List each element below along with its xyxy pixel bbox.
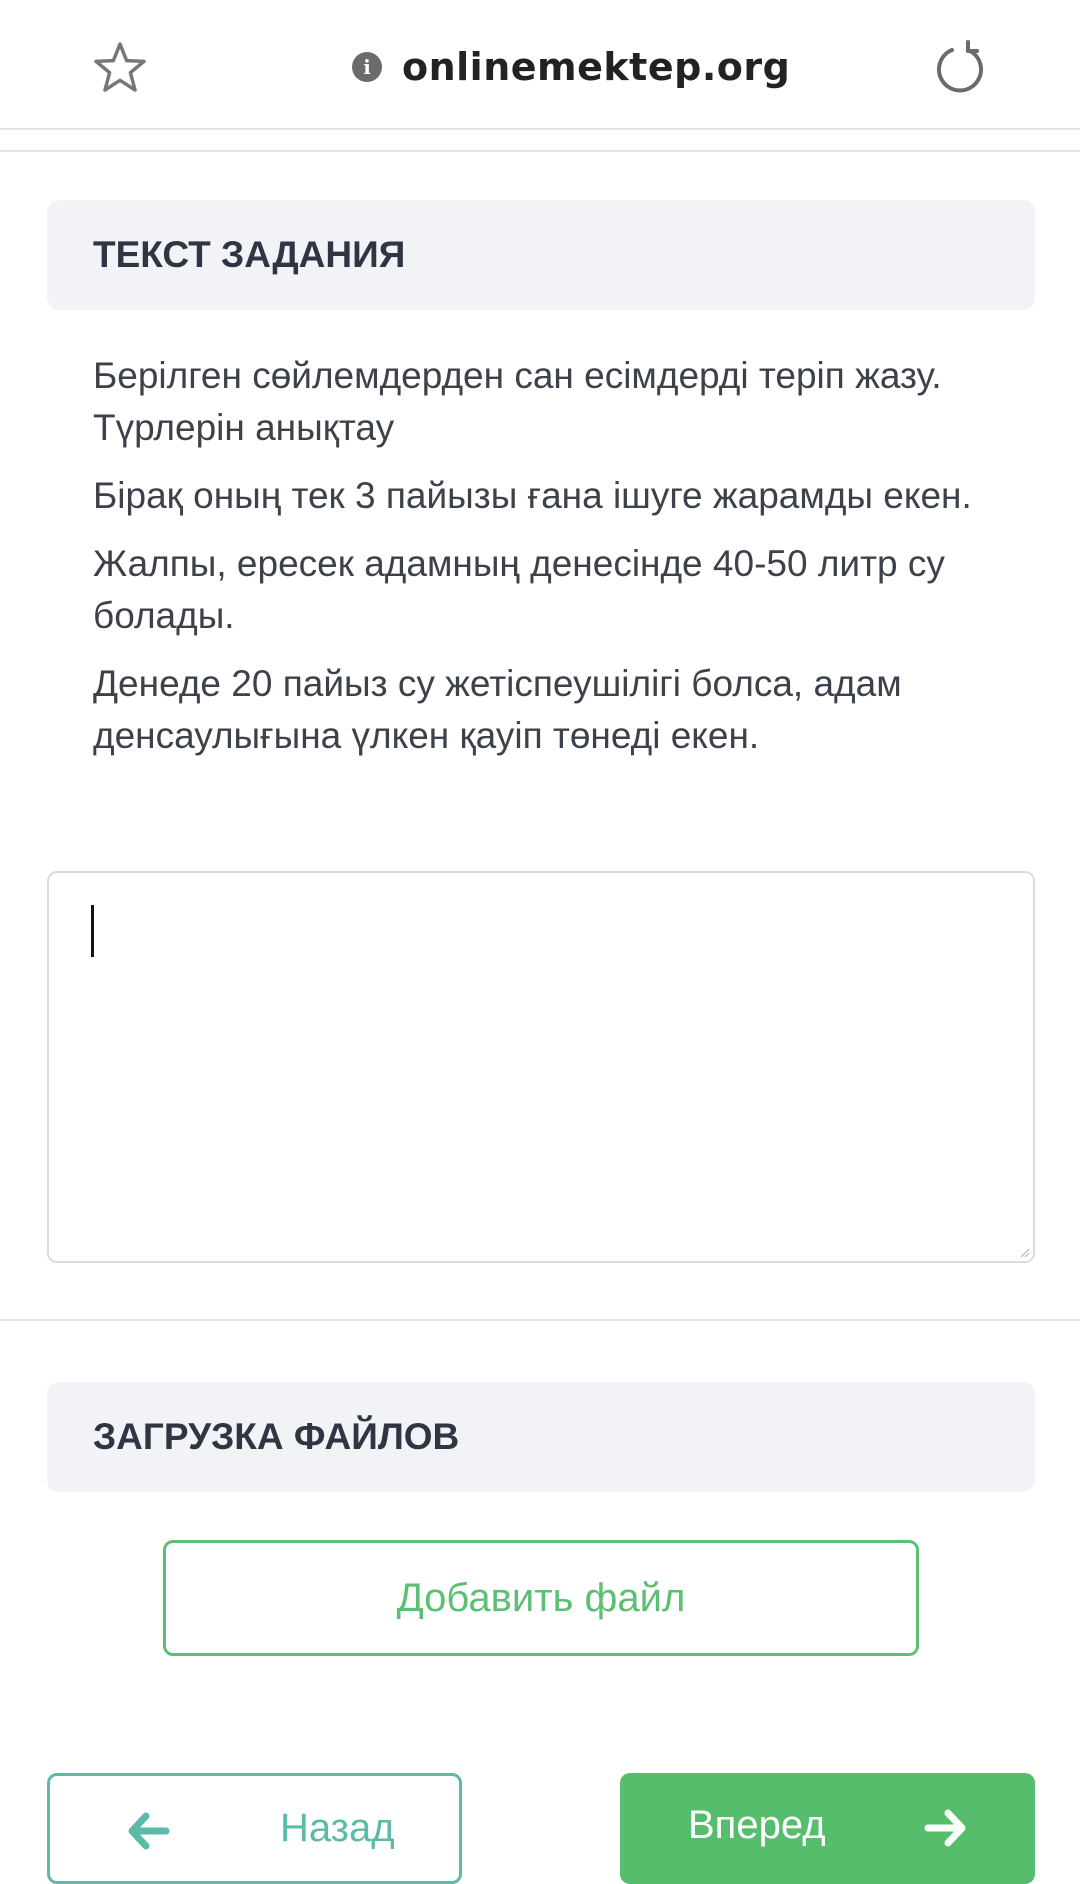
resize-grip-icon[interactable] <box>1020 1248 1030 1258</box>
forward-button[interactable]: Вперед <box>620 1773 1035 1884</box>
browser-url-bar: i onlinemektep.org <box>0 0 1080 130</box>
task-text-title: ТЕКСТ ЗАДАНИЯ <box>93 234 406 275</box>
add-file-button[interactable]: Добавить файл <box>163 1540 919 1656</box>
answer-textarea[interactable] <box>47 871 1035 1263</box>
arrow-right-icon <box>924 1809 966 1847</box>
back-label: Назад <box>280 1806 395 1850</box>
task-paragraph: Берілген сөйлемдерден сан есімдерді тері… <box>93 355 942 448</box>
add-file-label: Добавить файл <box>396 1575 686 1620</box>
reload-icon[interactable] <box>932 40 988 96</box>
task-paragraph: Денеде 20 пайыз су жетіспеушілігі болса,… <box>93 663 902 756</box>
text-caret <box>91 905 94 957</box>
task-paragraph: Жалпы, ересек адамның денесінде 40-50 ли… <box>93 543 945 636</box>
task-text-header: ТЕКСТ ЗАДАНИЯ <box>47 200 1035 310</box>
info-icon[interactable]: i <box>352 52 382 82</box>
back-button[interactable]: Назад <box>47 1773 462 1884</box>
divider <box>0 1319 1080 1321</box>
task-text: Берілген сөйлемдерден сан есімдерді тері… <box>93 350 1013 778</box>
file-upload-header: ЗАГРУЗКА ФАЙЛОВ <box>47 1382 1035 1492</box>
url-domain: onlinemektep.org <box>402 45 791 89</box>
star-icon[interactable] <box>92 40 148 96</box>
url-field[interactable]: i onlinemektep.org <box>352 42 790 92</box>
divider <box>0 150 1080 152</box>
file-upload-title: ЗАГРУЗКА ФАЙЛОВ <box>93 1416 460 1457</box>
forward-label: Вперед <box>688 1803 826 1847</box>
task-paragraph: Бірақ оның тек 3 пайызы ғана ішуге жарам… <box>93 475 972 516</box>
arrow-left-icon <box>128 1812 170 1850</box>
